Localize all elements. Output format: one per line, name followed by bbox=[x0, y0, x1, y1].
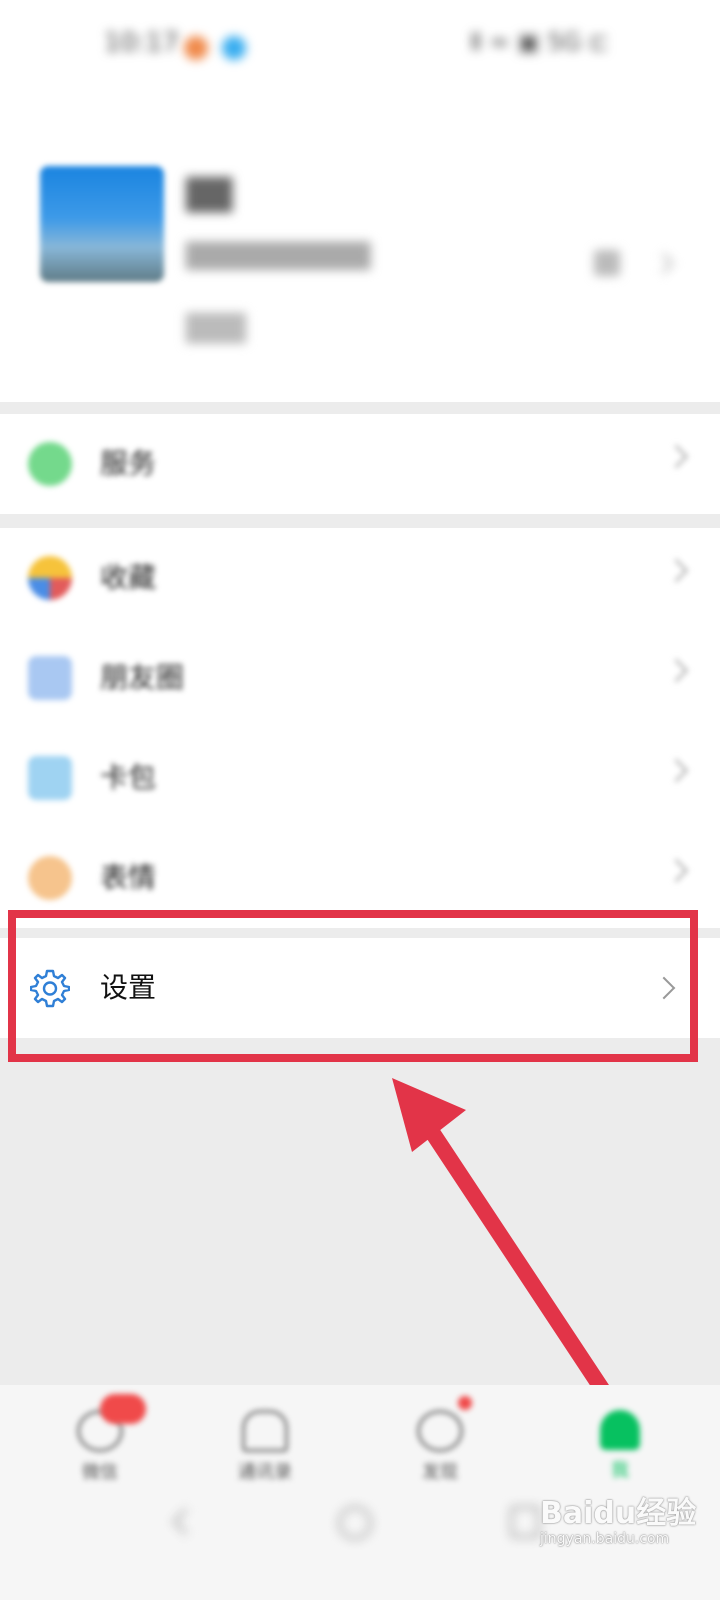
watermark-brand: Baidu经验 bbox=[540, 1496, 697, 1531]
person-icon bbox=[600, 1410, 640, 1450]
compass-icon bbox=[417, 1410, 463, 1452]
chevron-right-icon bbox=[664, 858, 689, 883]
tab-label-discover: 发现 bbox=[422, 1462, 458, 1483]
status-bar: 10:17 Ⅱ ≈ ▣ 5G ⊏ bbox=[0, 0, 720, 96]
home-nav-icon[interactable] bbox=[338, 1506, 372, 1540]
menu-label-favorites: 收藏 bbox=[100, 561, 157, 594]
menu-item-cards[interactable]: 卡包 bbox=[0, 728, 720, 828]
chevron-right-icon bbox=[664, 758, 689, 783]
chevron-right-icon bbox=[664, 444, 689, 469]
menu-label-moments: 朋友圈 bbox=[100, 661, 185, 694]
notification-icon-blue bbox=[222, 36, 246, 60]
status-time: 10:17 bbox=[104, 28, 179, 58]
profile-card[interactable]: ██ ██████████ ███ bbox=[0, 96, 720, 402]
status-indicators: Ⅱ ≈ ▣ 5G ⊏ bbox=[470, 28, 610, 56]
tab-label-me: 我 bbox=[611, 1460, 629, 1481]
tab-label-chats: 微信 bbox=[82, 1462, 118, 1483]
contacts-icon bbox=[242, 1410, 288, 1452]
tab-contacts[interactable]: 通讯录 bbox=[205, 1410, 325, 1490]
profile-account: ██████████ bbox=[186, 242, 371, 270]
services-icon bbox=[28, 442, 72, 486]
tab-discover[interactable]: 发现 bbox=[380, 1410, 500, 1490]
tab-label-contacts: 通讯录 bbox=[238, 1462, 292, 1483]
favorites-icon bbox=[28, 556, 72, 600]
menu-item-favorites[interactable]: 收藏 bbox=[0, 528, 720, 628]
annotation-arrow bbox=[392, 1078, 616, 1406]
unread-badge bbox=[100, 1394, 146, 1424]
recents-nav-icon[interactable] bbox=[510, 1506, 540, 1538]
profile-chevron-icon bbox=[652, 252, 675, 275]
menu-item-moments[interactable]: 朋友圈 bbox=[0, 628, 720, 728]
section-main: 收藏 朋友圈 卡包 表情 bbox=[0, 528, 720, 928]
qr-code-icon[interactable] bbox=[594, 250, 620, 276]
watermark: Baidu经验 jingyan.baidu.com bbox=[540, 1498, 696, 1548]
menu-label-services: 服务 bbox=[100, 447, 157, 480]
discover-dot bbox=[458, 1396, 472, 1410]
menu-label-cards: 卡包 bbox=[100, 761, 157, 794]
profile-status: ███ bbox=[186, 314, 246, 344]
chevron-right-icon bbox=[664, 558, 689, 583]
tab-me[interactable]: 我 bbox=[560, 1410, 680, 1490]
notification-icon-orange bbox=[184, 36, 208, 60]
watermark-url: jingyan.baidu.com bbox=[540, 1531, 670, 1547]
menu-item-services[interactable]: 服务 bbox=[0, 414, 720, 514]
profile-name: ██ bbox=[186, 178, 233, 213]
highlight-box bbox=[8, 910, 698, 1062]
section-services: 服务 bbox=[0, 414, 720, 514]
sticker-icon bbox=[28, 856, 72, 900]
moments-icon bbox=[28, 656, 72, 700]
card-icon bbox=[28, 756, 72, 800]
avatar[interactable] bbox=[40, 166, 164, 282]
chevron-right-icon bbox=[664, 658, 689, 683]
tab-chats[interactable]: 微信 bbox=[40, 1410, 160, 1490]
